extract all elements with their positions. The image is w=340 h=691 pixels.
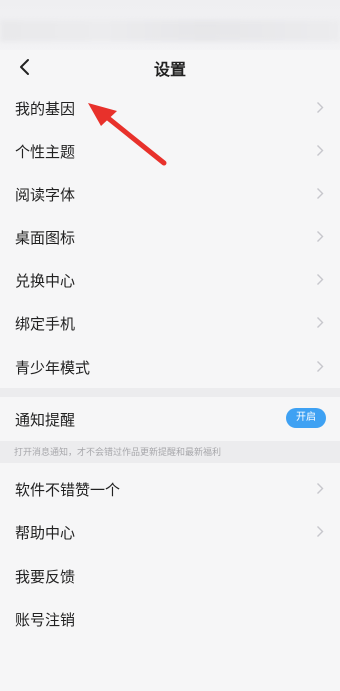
settings-item-notification: 通知提醒 开启 bbox=[0, 397, 340, 441]
page-title: 设置 bbox=[153, 60, 186, 79]
chevron-right-icon bbox=[317, 188, 324, 199]
notification-toggle[interactable]: 开启 bbox=[286, 408, 326, 428]
settings-item-desktop-icon[interactable]: 桌面图标 bbox=[0, 215, 340, 258]
settings-item-label: 兑换中心 bbox=[15, 272, 76, 290]
settings-item-my-genes[interactable]: 我的基因 bbox=[0, 86, 340, 129]
settings-item-label: 我要反馈 bbox=[15, 568, 76, 586]
settings-item-label: 个性主题 bbox=[15, 143, 76, 161]
settings-item-help-center[interactable]: 帮助中心 bbox=[0, 510, 340, 553]
chevron-right-icon bbox=[317, 102, 324, 113]
notification-hint: 打开消息通知，才不会错过作品更新提醒和最新福利 bbox=[0, 441, 340, 463]
settings-item-label: 绑定手机 bbox=[15, 315, 76, 333]
settings-item-delete-account[interactable]: 账号注销 bbox=[0, 597, 340, 640]
notification-label: 通知提醒 bbox=[15, 411, 76, 429]
settings-item-label: 我的基因 bbox=[15, 100, 76, 118]
settings-item-bind-phone[interactable]: 绑定手机 bbox=[0, 301, 340, 344]
chevron-right-icon bbox=[317, 526, 324, 537]
chevron-right-icon bbox=[317, 361, 324, 372]
settings-item-reading-font[interactable]: 阅读字体 bbox=[0, 172, 340, 215]
settings-item-teen-mode[interactable]: 青少年模式 bbox=[0, 345, 340, 388]
chevron-right-icon bbox=[317, 145, 324, 156]
notification-hint-text: 打开消息通知，才不会错过作品更新提醒和最新福利 bbox=[14, 448, 222, 458]
settings-item-feedback[interactable]: 我要反馈 bbox=[0, 554, 340, 597]
settings-item-label: 帮助中心 bbox=[15, 524, 76, 542]
settings-item-label: 软件不错赞一个 bbox=[15, 481, 121, 499]
settings-item-label: 桌面图标 bbox=[15, 229, 76, 247]
settings-item-theme[interactable]: 个性主题 bbox=[0, 129, 340, 172]
settings-item-label: 青少年模式 bbox=[15, 359, 91, 377]
settings-item-rate-app[interactable]: 软件不错赞一个 bbox=[0, 467, 340, 510]
header: 设置 bbox=[0, 50, 340, 84]
settings-item-redeem-center[interactable]: 兑换中心 bbox=[0, 258, 340, 301]
chevron-right-icon bbox=[317, 274, 324, 285]
chevron-right-icon bbox=[317, 317, 324, 328]
status-bar-blur bbox=[0, 20, 340, 42]
settings-item-label: 阅读字体 bbox=[15, 186, 76, 204]
chevron-right-icon bbox=[317, 483, 324, 494]
status-bar-blurred bbox=[0, 0, 340, 52]
chevron-right-icon bbox=[317, 231, 324, 242]
settings-item-label: 账号注销 bbox=[15, 611, 76, 629]
